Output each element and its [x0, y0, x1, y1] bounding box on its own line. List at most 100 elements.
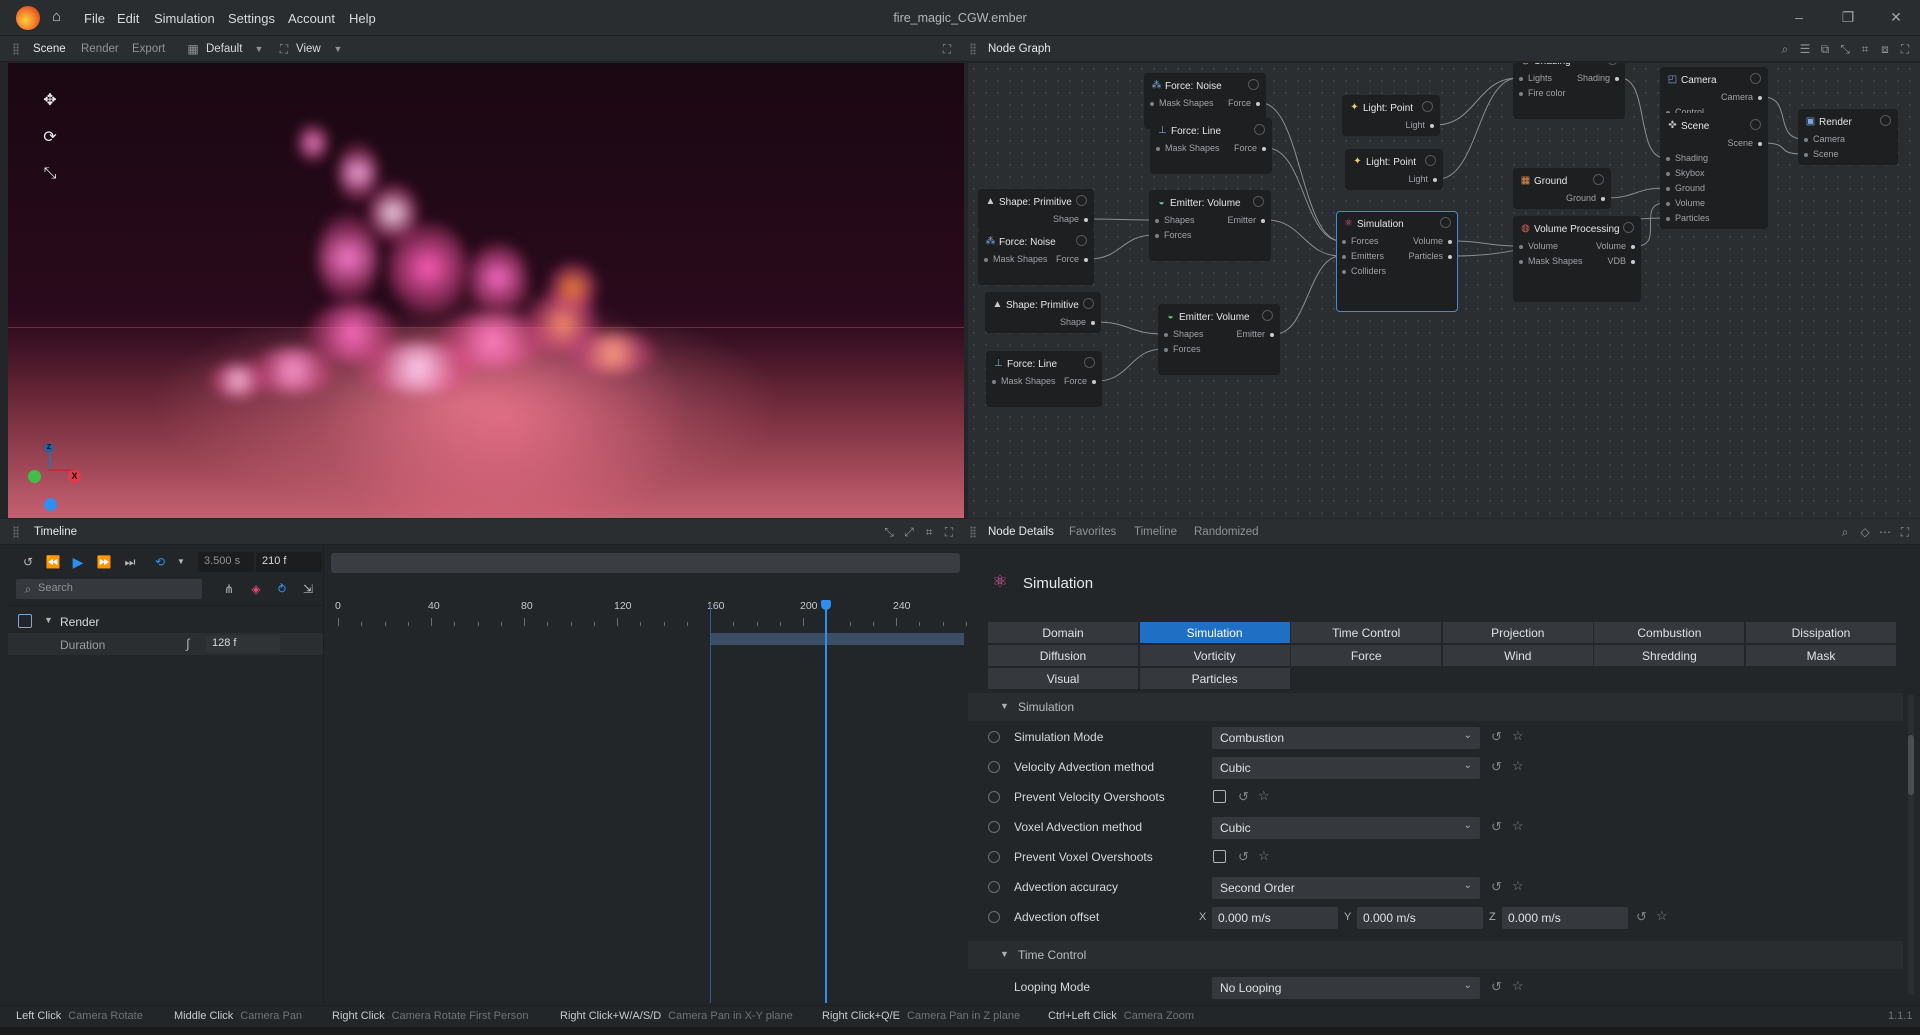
maximize-panel-icon[interactable]: ⛶ — [942, 525, 956, 539]
tab-node-details[interactable]: Node Details — [988, 526, 1054, 538]
drag-handle-icon[interactable] — [970, 526, 976, 538]
details-scrollbar[interactable] — [1908, 695, 1914, 995]
collapse-icon[interactable]: ⤡ — [882, 525, 896, 539]
output-pin[interactable]: Force — [1056, 254, 1089, 264]
node-reset-icon[interactable] — [1083, 298, 1094, 309]
output-pin[interactable]: Force — [1064, 376, 1097, 386]
output-pin[interactable]: Light — [1405, 120, 1434, 130]
input-pin[interactable]: Skybox — [1666, 168, 1705, 178]
input-pin[interactable]: Particles — [1666, 213, 1710, 223]
menu-edit[interactable]: Edit — [117, 11, 139, 26]
category-tab-diffusion[interactable]: Diffusion — [988, 645, 1139, 667]
input-pin[interactable]: Forces — [1155, 230, 1192, 240]
favorite-radio[interactable] — [988, 851, 1000, 863]
output-pin[interactable]: Force — [1228, 98, 1261, 108]
favorite-radio[interactable] — [988, 881, 1000, 893]
input-pin[interactable]: Volume — [1518, 241, 1558, 251]
node-reset-icon[interactable] — [1750, 119, 1761, 130]
node-force-noise[interactable]: ⁂ Force: Noise Force Mask Shapes — [978, 229, 1094, 285]
category-tab-shredding[interactable]: Shredding — [1594, 645, 1746, 667]
node-shading[interactable]: ◉ShadingShadingLightsFire color — [1513, 63, 1625, 119]
expand-icon[interactable]: ⤢ — [902, 525, 916, 539]
playhead[interactable] — [825, 603, 828, 1003]
section-simulation[interactable]: ▼ Simulation — [968, 693, 1903, 721]
chevron-down-icon[interactable]: ▼ — [252, 42, 266, 56]
output-pin[interactable]: Camera — [1721, 92, 1763, 102]
reset-icon[interactable]: ↺ — [1238, 789, 1249, 805]
maximize-panel-icon[interactable]: ⛶ — [940, 42, 954, 56]
drag-handle-icon[interactable] — [13, 526, 19, 538]
node-reset-icon[interactable] — [1593, 174, 1604, 185]
menu-account[interactable]: Account — [288, 11, 335, 26]
input-pin[interactable]: Forces — [1342, 236, 1379, 246]
output-pin[interactable]: Particles — [1408, 251, 1452, 261]
advection-accuracy-dropdown[interactable]: Second Order ⌄ — [1212, 877, 1480, 899]
input-pin[interactable]: Mask Shapes — [984, 254, 1048, 264]
offset-y-field[interactable]: 0.000 m/s — [1357, 907, 1483, 929]
keyframe-tool-icon[interactable]: ⋔ — [221, 581, 237, 597]
node-volume-processing[interactable]: ◍ Volume Processing Volume VDB Volume Mask Sh… — [1513, 216, 1641, 302]
node-reset-icon[interactable] — [1750, 73, 1761, 84]
star-icon[interactable]: ☆ — [1512, 728, 1524, 744]
output-pin[interactable]: Force — [1234, 143, 1267, 153]
play-icon[interactable]: ▶ — [70, 554, 86, 570]
tab-render[interactable]: Render — [81, 43, 119, 55]
node-reset-icon[interactable] — [1623, 222, 1634, 233]
more-icon[interactable]: ⋯ — [1878, 525, 1892, 539]
3d-viewport[interactable]: ✥ ⟳ ⤡ X Z — [8, 63, 964, 518]
input-pin[interactable]: Scene — [1804, 149, 1839, 159]
output-pin[interactable]: Shading — [1577, 73, 1620, 83]
category-tab-visual[interactable]: Visual — [988, 668, 1139, 690]
output-pin[interactable]: Volume — [1413, 236, 1453, 246]
reset-icon[interactable]: ↺ — [1491, 819, 1502, 835]
chevron-down-icon[interactable]: ▼ — [331, 42, 345, 56]
node-reset-icon[interactable] — [1880, 115, 1891, 126]
reset-icon[interactable]: ↺ — [20, 554, 36, 570]
maximize-icon[interactable]: ❐ — [1838, 8, 1858, 26]
node-shape-primitive[interactable]: ▲ Shape: Primitive Shape — [985, 292, 1101, 333]
output-pin[interactable]: Emitter — [1227, 215, 1265, 225]
star-icon[interactable]: ☆ — [1512, 818, 1524, 834]
reset-icon[interactable]: ↺ — [1238, 849, 1249, 865]
tab-scene[interactable]: Scene — [33, 43, 66, 55]
list-icon[interactable]: ☰ — [1798, 42, 1812, 56]
star-icon[interactable]: ☆ — [1512, 978, 1524, 994]
menu-settings[interactable]: Settings — [228, 11, 275, 26]
node-emitter-volume[interactable]: ◒ Emitter: Volume Emitter Shapes Forces — [1149, 190, 1271, 261]
node-simulation[interactable]: ⚛ Simulation Volume Particles Forces Emitters… — [1336, 211, 1458, 312]
node-reset-icon[interactable] — [1076, 195, 1087, 206]
category-tab-force[interactable]: Force — [1291, 645, 1443, 667]
category-tab-domain[interactable]: Domain — [988, 622, 1139, 644]
menu-help[interactable]: Help — [349, 11, 376, 26]
search-icon[interactable]: ⌕ — [1838, 525, 1852, 539]
end-icon[interactable]: ⏭ — [122, 554, 138, 570]
curve-icon[interactable]: ∫ — [186, 636, 190, 651]
menu-simulation[interactable]: Simulation — [154, 11, 215, 26]
input-pin[interactable]: Mask Shapes — [1150, 98, 1214, 108]
simulation-mode-dropdown[interactable]: Combustion ⌄ — [1212, 727, 1480, 749]
input-pin[interactable]: Shading — [1665, 153, 1708, 163]
drag-handle-icon[interactable] — [970, 43, 976, 55]
input-pin[interactable]: Mask Shapes — [1156, 143, 1220, 153]
expand-arrow-icon[interactable]: ▼ — [44, 615, 53, 625]
input-pin[interactable]: Mask Shapes — [1519, 256, 1583, 266]
output-pin[interactable]: Emitter — [1236, 329, 1274, 339]
node-light-point[interactable]: ✦ Light: Point Light — [1342, 95, 1440, 136]
offset-z-field[interactable]: 0.000 m/s — [1502, 907, 1628, 929]
timeline-ruler[interactable]: 0 40 80 120 160 200 240 — [324, 600, 967, 630]
favorite-radio[interactable] — [988, 791, 1000, 803]
diamond-icon[interactable]: ◇ — [1858, 525, 1872, 539]
input-pin[interactable]: Camera — [1803, 134, 1845, 144]
node-reset-icon[interactable] — [1262, 310, 1273, 321]
loop-icon[interactable]: ⟲ — [152, 554, 168, 570]
prevent-velocity-checkbox[interactable] — [1213, 790, 1226, 803]
node-render[interactable]: ▣ Render Camera Scene — [1798, 109, 1898, 165]
output-pin[interactable]: VDB — [1607, 256, 1635, 266]
star-icon[interactable]: ☆ — [1512, 758, 1524, 774]
collapse-icon[interactable]: ⤡ — [1838, 42, 1852, 56]
category-tab-vorticity[interactable]: Vorticity — [1139, 645, 1291, 667]
output-pin[interactable]: Ground — [1566, 193, 1606, 203]
input-pin[interactable]: Emitters — [1341, 251, 1384, 261]
star-icon[interactable]: ☆ — [1258, 788, 1270, 804]
tab-export[interactable]: Export — [132, 43, 165, 55]
